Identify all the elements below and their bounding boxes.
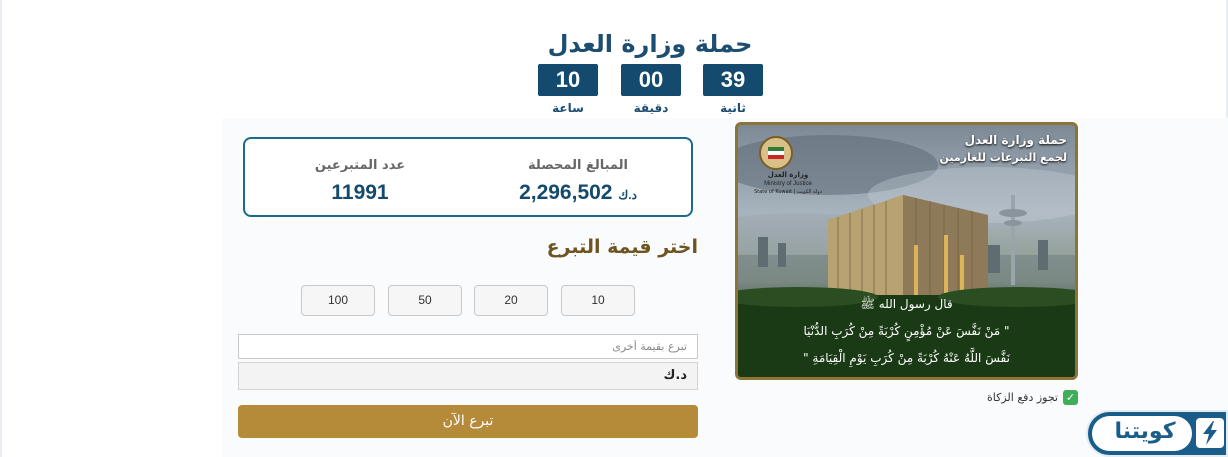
countdown-seconds-label: ثانية bbox=[720, 101, 746, 115]
logo-bolt-icon bbox=[1196, 418, 1224, 448]
donate-now-button[interactable]: تبرع الآن bbox=[238, 405, 698, 438]
banner-ministry-ar: وزارة العدل bbox=[767, 171, 809, 179]
amount-option-100[interactable]: 100 bbox=[301, 285, 375, 316]
banner-quote-intro: قال رسول الله ﷺ bbox=[860, 297, 953, 311]
logo-text-pill: كويتنا bbox=[1092, 416, 1192, 451]
currency-field: د.ك bbox=[238, 362, 698, 390]
countdown-hours-label: ساعة bbox=[552, 101, 584, 115]
zakat-option[interactable]: ✓ تجوز دفع الزكاة bbox=[900, 389, 1078, 407]
site-logo[interactable]: كويتنا bbox=[1086, 410, 1228, 457]
collected-amount-label: المبالغ المحصلة bbox=[528, 158, 628, 173]
choose-amount-heading: اختر قيمة التبرع bbox=[546, 236, 698, 258]
other-amount-input[interactable] bbox=[238, 334, 698, 359]
page-frame-left bbox=[0, 0, 2, 457]
amount-option-10[interactable]: 10 bbox=[561, 285, 635, 316]
countdown-hours: 10 bbox=[538, 64, 598, 96]
banner-quote-line1: " مَنْ نَفَّسَ عَنْ مُؤْمِنٍ كُرْبَةً مِ… bbox=[803, 324, 1010, 338]
countdown-seconds: 39 bbox=[703, 64, 763, 96]
campaign-banner: وزارة العدل Ministry of Justice State of… bbox=[735, 122, 1078, 380]
zakat-label: تجوز دفع الزكاة bbox=[987, 391, 1058, 404]
banner-title-line1: حملة وزارة العدل bbox=[964, 133, 1067, 147]
donors-count-label: عدد المتبرعين bbox=[314, 158, 406, 173]
banner-title-line2: لجمع التبرعات للغارمين bbox=[939, 151, 1067, 164]
amount-option-20[interactable]: 20 bbox=[474, 285, 548, 316]
collected-currency: د.ك bbox=[618, 188, 637, 202]
bolt-icon bbox=[1203, 421, 1217, 445]
amount-option-50[interactable]: 50 bbox=[388, 285, 462, 316]
banner-country: State of Kuwait | دولة الكويت bbox=[754, 189, 822, 195]
banner-quote-line2: نَفَّسَ اللَّهُ عَنْهُ كُرْبَةً مِنْ كُر… bbox=[803, 351, 1010, 365]
zakat-checkbox[interactable]: ✓ bbox=[1063, 390, 1078, 405]
collected-amount-value: 2,296,502 bbox=[519, 181, 613, 204]
countdown-minutes: 00 bbox=[621, 64, 681, 96]
stats-card: المبالغ المحصلة د.ك 2,296,502 عدد المتبر… bbox=[243, 137, 693, 217]
donors-count: 11991 bbox=[331, 181, 389, 204]
collected-amount: د.ك 2,296,502 bbox=[493, 181, 663, 205]
banner-ministry-en: Ministry of Justice bbox=[764, 181, 812, 187]
countdown-minutes-label: دقيقة bbox=[633, 101, 669, 115]
page-title: حملة وزارة العدل bbox=[547, 30, 753, 58]
logo-text: كويتنا bbox=[1114, 419, 1176, 444]
